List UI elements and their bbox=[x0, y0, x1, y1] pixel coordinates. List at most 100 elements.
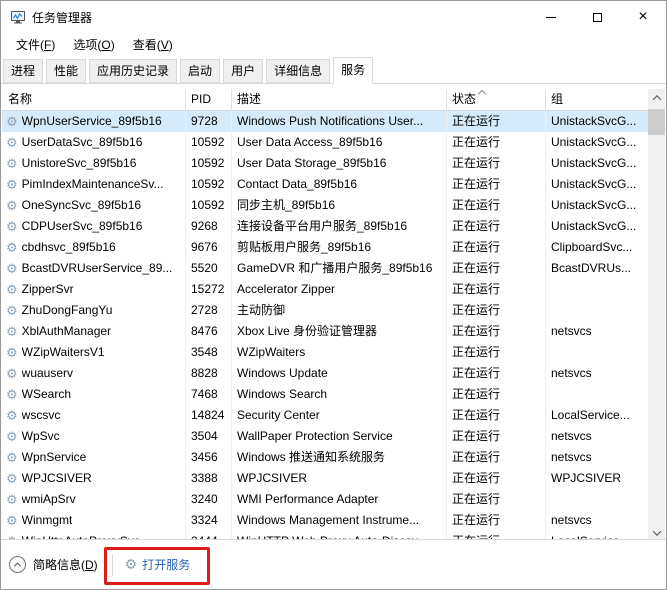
service-gear-icon: ⚙ bbox=[6, 178, 18, 191]
vertical-scrollbar[interactable] bbox=[648, 89, 665, 541]
cell-description: Windows Push Notifications User... bbox=[232, 111, 447, 132]
service-gear-icon: ⚙ bbox=[6, 367, 18, 380]
minimize-button[interactable] bbox=[528, 1, 574, 33]
cell-pid: 15272 bbox=[186, 279, 232, 300]
cell-name: ⚙ XblAuthManager bbox=[2, 321, 186, 342]
cell-pid: 9728 bbox=[186, 111, 232, 132]
table-row[interactable]: ⚙ wscsvc 14824 Security Center 正在运行 Loca… bbox=[2, 405, 649, 426]
cell-group: UnistackSvcG... bbox=[546, 132, 649, 153]
table-row[interactable]: ⚙ WpnUserService_89f5b16 9728 Windows Pu… bbox=[2, 111, 649, 132]
cell-description: 主动防御 bbox=[232, 300, 447, 321]
column-header-pid[interactable]: PID bbox=[186, 89, 232, 111]
cell-status: 正在运行 bbox=[447, 174, 546, 195]
column-header-status[interactable]: 状态 bbox=[447, 89, 546, 111]
table-row[interactable]: ⚙ cbdhsvc_89f5b16 9676 剪贴板用户服务_89f5b16 正… bbox=[2, 237, 649, 258]
table-row[interactable]: ⚙ UserDataSvc_89f5b16 10592 User Data Ac… bbox=[2, 132, 649, 153]
service-name: cbdhsvc_89f5b16 bbox=[22, 237, 116, 258]
task-manager-app-icon bbox=[10, 9, 26, 25]
scroll-up-button[interactable] bbox=[648, 89, 665, 106]
service-gear-icon: ⚙ bbox=[6, 220, 18, 233]
cell-status: 正在运行 bbox=[447, 342, 546, 363]
service-gear-icon: ⚙ bbox=[6, 430, 18, 443]
cell-group: UnistackSvcG... bbox=[546, 174, 649, 195]
cell-description: WPJCSIVER bbox=[232, 468, 447, 489]
table-row[interactable]: ⚙ CDPUserSvc_89f5b16 9268 连接设备平台用户服务_89f… bbox=[2, 216, 649, 237]
cell-group bbox=[546, 384, 649, 405]
service-table-body: ⚙ WpnUserService_89f5b16 9728 Windows Pu… bbox=[2, 111, 649, 541]
cell-description: Accelerator Zipper bbox=[232, 279, 447, 300]
menu-view[interactable]: 查看(V) bbox=[126, 34, 180, 55]
service-name: WPJCSIVER bbox=[22, 468, 92, 489]
service-name: WSearch bbox=[22, 384, 71, 405]
cell-description: Windows 推送通知系统服务 bbox=[232, 447, 447, 468]
tab-performance[interactable]: 性能 bbox=[46, 59, 86, 83]
cell-pid: 9676 bbox=[186, 237, 232, 258]
menu-bar: 文件(F) 选项(O) 查看(V) bbox=[1, 33, 666, 56]
table-row[interactable]: ⚙ OneSyncSvc_89f5b16 10592 同步主机_89f5b16 … bbox=[2, 195, 649, 216]
service-gear-icon: ⚙ bbox=[6, 325, 18, 338]
cell-description: Security Center bbox=[232, 405, 447, 426]
service-name: OneSyncSvc_89f5b16 bbox=[22, 195, 141, 216]
cell-description: Windows Management Instrume... bbox=[232, 510, 447, 531]
cell-name: ⚙ UnistoreSvc_89f5b16 bbox=[2, 153, 186, 174]
service-gear-icon: ⚙ bbox=[6, 283, 18, 296]
service-name: XblAuthManager bbox=[22, 321, 111, 342]
chevron-down-icon bbox=[652, 527, 660, 535]
menu-file[interactable]: 文件(F) bbox=[9, 34, 62, 55]
menu-options[interactable]: 选项(O) bbox=[66, 34, 121, 55]
column-header-group[interactable]: 组 bbox=[546, 89, 649, 111]
table-row[interactable]: ⚙ Winmgmt 3324 Windows Management Instru… bbox=[2, 510, 649, 531]
table-row[interactable]: ⚙ ZhuDongFangYu 2728 主动防御 正在运行 bbox=[2, 300, 649, 321]
table-row[interactable]: ⚙ WZipWaitersV1 3548 WZipWaiters 正在运行 bbox=[2, 342, 649, 363]
minimize-icon bbox=[546, 17, 556, 18]
cell-pid: 3324 bbox=[186, 510, 232, 531]
cell-description: 剪贴板用户服务_89f5b16 bbox=[232, 237, 447, 258]
table-row[interactable]: ⚙ XblAuthManager 8476 Xbox Live 身份验证管理器 … bbox=[2, 321, 649, 342]
table-row[interactable]: ⚙ wuauserv 8828 Windows Update 正在运行 nets… bbox=[2, 363, 649, 384]
column-header-description[interactable]: 描述 bbox=[232, 89, 447, 111]
table-row[interactable]: ⚙ ZipperSvr 15272 Accelerator Zipper 正在运… bbox=[2, 279, 649, 300]
table-row[interactable]: ⚙ wmiApSrv 3240 WMI Performance Adapter … bbox=[2, 489, 649, 510]
collapse-circle-icon bbox=[9, 556, 26, 573]
table-row[interactable]: ⚙ UnistoreSvc_89f5b16 10592 User Data St… bbox=[2, 153, 649, 174]
task-manager-window: 任务管理器 × 文件(F) 选项(O) 查看(V) 进程 性能 应用历史记录 启… bbox=[0, 0, 667, 590]
table-row[interactable]: ⚙ WPJCSIVER 3388 WPJCSIVER 正在运行 WPJCSIVE… bbox=[2, 468, 649, 489]
cell-pid: 3456 bbox=[186, 447, 232, 468]
tab-app-history[interactable]: 应用历史记录 bbox=[89, 59, 177, 83]
table-row[interactable]: ⚙ WSearch 7468 Windows Search 正在运行 bbox=[2, 384, 649, 405]
cell-status: 正在运行 bbox=[447, 195, 546, 216]
cell-description: User Data Storage_89f5b16 bbox=[232, 153, 447, 174]
service-gear-icon: ⚙ bbox=[6, 262, 18, 275]
table-row[interactable]: ⚙ WpSvc 3504 WallPaper Protection Servic… bbox=[2, 426, 649, 447]
table-row[interactable]: ⚙ PimIndexMaintenanceSv... 10592 Contact… bbox=[2, 174, 649, 195]
footer-divider bbox=[112, 554, 113, 576]
service-gear-icon: ⚙ bbox=[6, 472, 18, 485]
scrollbar-thumb[interactable] bbox=[648, 109, 665, 135]
column-header-name[interactable]: 名称 bbox=[2, 89, 186, 111]
cell-group: ClipboardSvc... bbox=[546, 237, 649, 258]
fewer-details-toggle[interactable]: 简略信息(D) bbox=[9, 556, 98, 573]
table-row[interactable]: ⚙ WpnService 3456 Windows 推送通知系统服务 正在运行 … bbox=[2, 447, 649, 468]
service-gear-icon: ⚙ bbox=[6, 388, 18, 401]
maximize-button[interactable] bbox=[574, 1, 620, 33]
table-row[interactable]: ⚙ BcastDVRUserService_89... 5520 GameDVR… bbox=[2, 258, 649, 279]
tab-details[interactable]: 详细信息 bbox=[266, 59, 330, 83]
cell-group: UnistackSvcG... bbox=[546, 216, 649, 237]
tab-users[interactable]: 用户 bbox=[223, 59, 263, 83]
service-gear-icon: ⚙ bbox=[6, 199, 18, 212]
cell-description: WZipWaiters bbox=[232, 342, 447, 363]
cell-description: GameDVR 和广播用户服务_89f5b16 bbox=[232, 258, 447, 279]
service-gear-icon: ⚙ bbox=[6, 451, 18, 464]
open-services-button[interactable]: ⚙ 打开服务 bbox=[125, 556, 191, 573]
service-gear-icon: ⚙ bbox=[6, 493, 18, 506]
column-header-status-label: 状态 bbox=[452, 92, 476, 106]
tab-startup[interactable]: 启动 bbox=[180, 59, 220, 83]
tab-services[interactable]: 服务 bbox=[333, 57, 373, 84]
service-name: CDPUserSvc_89f5b16 bbox=[22, 216, 143, 237]
close-button[interactable]: × bbox=[620, 1, 666, 33]
tab-bar: 进程 性能 应用历史记录 启动 用户 详细信息 服务 bbox=[1, 56, 666, 84]
tab-processes[interactable]: 进程 bbox=[3, 59, 43, 83]
chevron-up-icon bbox=[652, 95, 660, 103]
cell-group bbox=[546, 300, 649, 321]
cell-name: ⚙ PimIndexMaintenanceSv... bbox=[2, 174, 186, 195]
